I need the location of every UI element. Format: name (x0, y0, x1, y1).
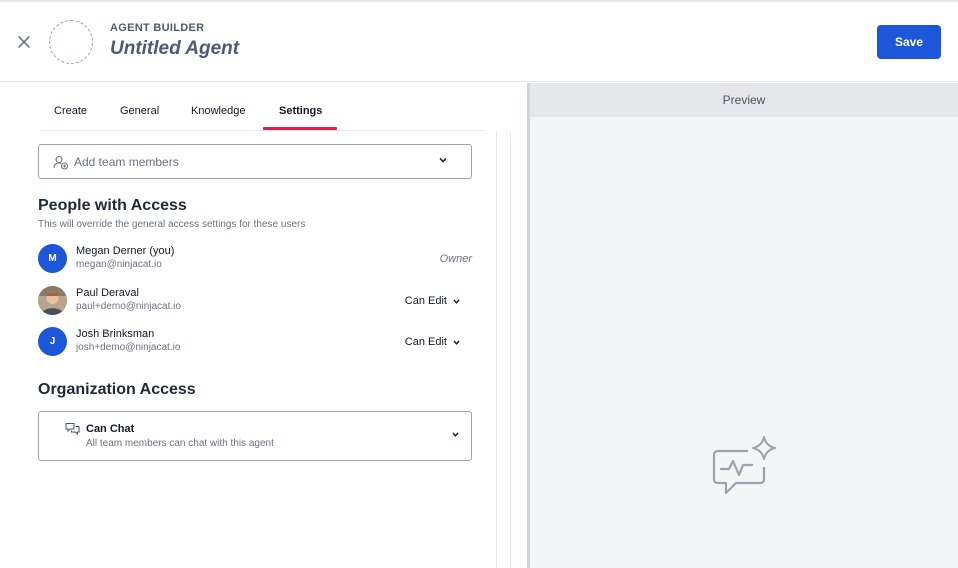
person-email: megan@ninjacat.io (76, 259, 162, 270)
save-button[interactable]: Save (877, 25, 941, 59)
org-permission-label: Can Chat (86, 423, 135, 435)
chevron-down-icon (453, 299, 460, 304)
active-tab-indicator (263, 127, 337, 130)
people-with-access-subtitle: This will override the general access se… (38, 219, 306, 230)
close-button[interactable] (14, 32, 34, 52)
person-name: Paul Deraval (76, 287, 139, 299)
ai-chat-sparkle-icon (712, 436, 776, 495)
role-dropdown[interactable]: Can Edit (405, 295, 460, 307)
preview-header: Preview (530, 83, 958, 117)
access-list-item: J Josh Brinksman josh+demo@ninjacat.io C… (38, 327, 472, 359)
avatar (38, 286, 67, 315)
role-dropdown[interactable]: Can Edit (405, 336, 460, 348)
access-list-item: M Megan Derner (you) megan@ninjacat.io O… (38, 244, 472, 276)
tab-create[interactable]: Create (54, 105, 87, 117)
chevron-down-icon (439, 157, 447, 163)
chat-bubbles-icon (65, 423, 80, 436)
avatar: J (38, 327, 67, 356)
person-email: paul+demo@ninjacat.io (76, 301, 181, 312)
add-team-members-select[interactable]: Add team members (38, 144, 472, 179)
person-name: Megan Derner (you) (76, 245, 175, 257)
chevron-down-icon (452, 432, 459, 437)
role-label: Owner (439, 253, 472, 265)
role-label: Can Edit (404, 295, 447, 307)
header: AGENT BUILDER Untitled Agent Save (0, 2, 958, 82)
person-email: josh+demo@ninjacat.io (76, 342, 181, 353)
add-team-members-placeholder: Add team members (74, 155, 179, 169)
org-permission-description: All team members can chat with this agen… (86, 438, 274, 449)
close-icon (18, 36, 30, 48)
people-with-access-title: People with Access (38, 197, 187, 214)
tab-knowledge[interactable]: Knowledge (191, 105, 245, 117)
agent-name[interactable]: Untitled Agent (110, 38, 239, 60)
preview-label: Preview (722, 93, 766, 107)
organization-access-title: Organization Access (38, 381, 196, 398)
agent-avatar-placeholder[interactable] (49, 20, 93, 64)
scrollbar[interactable] (496, 131, 511, 568)
avatar: M (38, 244, 67, 273)
tab-bar: Create General Knowledge Settings (40, 95, 486, 131)
organization-access-select[interactable]: Can Chat All team members can chat with … (38, 411, 472, 461)
access-list-item: Paul Deraval paul+demo@ninjacat.io Can E… (38, 286, 472, 318)
add-user-icon (53, 155, 69, 170)
settings-panel: Create General Knowledge Settings Add te… (0, 83, 527, 568)
tab-settings[interactable]: Settings (279, 105, 322, 117)
tab-general[interactable]: General (120, 105, 159, 117)
builder-label: AGENT BUILDER (110, 22, 205, 34)
profile-photo-icon (38, 286, 67, 315)
person-name: Josh Brinksman (76, 328, 155, 340)
role-label: Can Edit (404, 336, 447, 348)
preview-panel: Preview (530, 83, 958, 568)
chevron-down-icon (453, 340, 460, 345)
